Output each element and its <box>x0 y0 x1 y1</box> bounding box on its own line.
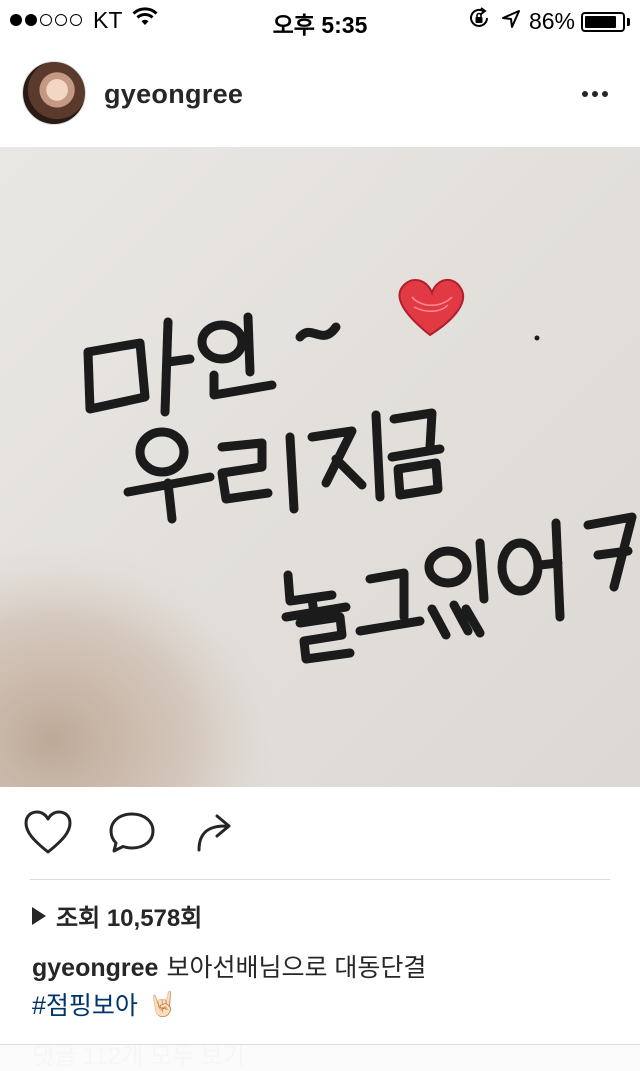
like-heart-icon[interactable] <box>20 805 76 861</box>
signal-dot <box>25 14 37 26</box>
wifi-icon <box>132 6 158 34</box>
post-actions <box>0 805 640 865</box>
share-arrow-icon[interactable] <box>188 805 244 861</box>
hashtag-line: #점핑보아 🤘🏻 <box>32 986 178 1022</box>
view-count-label: 조회 10,578회 <box>56 905 203 932</box>
status-right: 86% <box>467 6 630 37</box>
carrier-label: KT <box>93 6 123 33</box>
rock-hand-emoji: 🤘🏻 <box>147 990 178 1018</box>
avatar[interactable] <box>22 61 86 125</box>
battery-percent: 86% <box>528 8 575 34</box>
battery-icon <box>581 11 625 32</box>
location-arrow-icon <box>501 8 521 36</box>
bottom-tab-bar <box>0 1044 640 1071</box>
caption-username[interactable]: gyeongree <box>32 954 158 982</box>
status-left: KT <box>10 6 158 34</box>
status-bar: KT 오후 5:35 86% <box>0 0 640 40</box>
play-icon <box>32 906 46 925</box>
signal-dot <box>10 14 22 26</box>
battery-tip <box>627 17 630 26</box>
signal-dot <box>55 14 67 26</box>
post-username[interactable]: gyeongree <box>104 79 243 110</box>
handwritten-note-illustration <box>0 147 640 787</box>
caption-text: 보아선배님으로 대동단결 <box>166 954 427 982</box>
post-header: gyeongree <box>0 50 640 145</box>
rotation-lock-icon <box>467 6 491 37</box>
signal-dot <box>70 14 82 26</box>
view-count[interactable]: 조회 10,578회 <box>32 898 202 933</box>
caption: gyeongree 보아선배님으로 대동단결 <box>32 948 426 984</box>
post-image[interactable] <box>0 147 640 787</box>
hashtag-link[interactable]: #점핑보아 <box>32 986 138 1022</box>
comment-bubble-icon[interactable] <box>104 805 160 861</box>
divider <box>30 879 610 880</box>
more-options-icon[interactable] <box>580 84 610 104</box>
signal-dot <box>40 14 52 26</box>
